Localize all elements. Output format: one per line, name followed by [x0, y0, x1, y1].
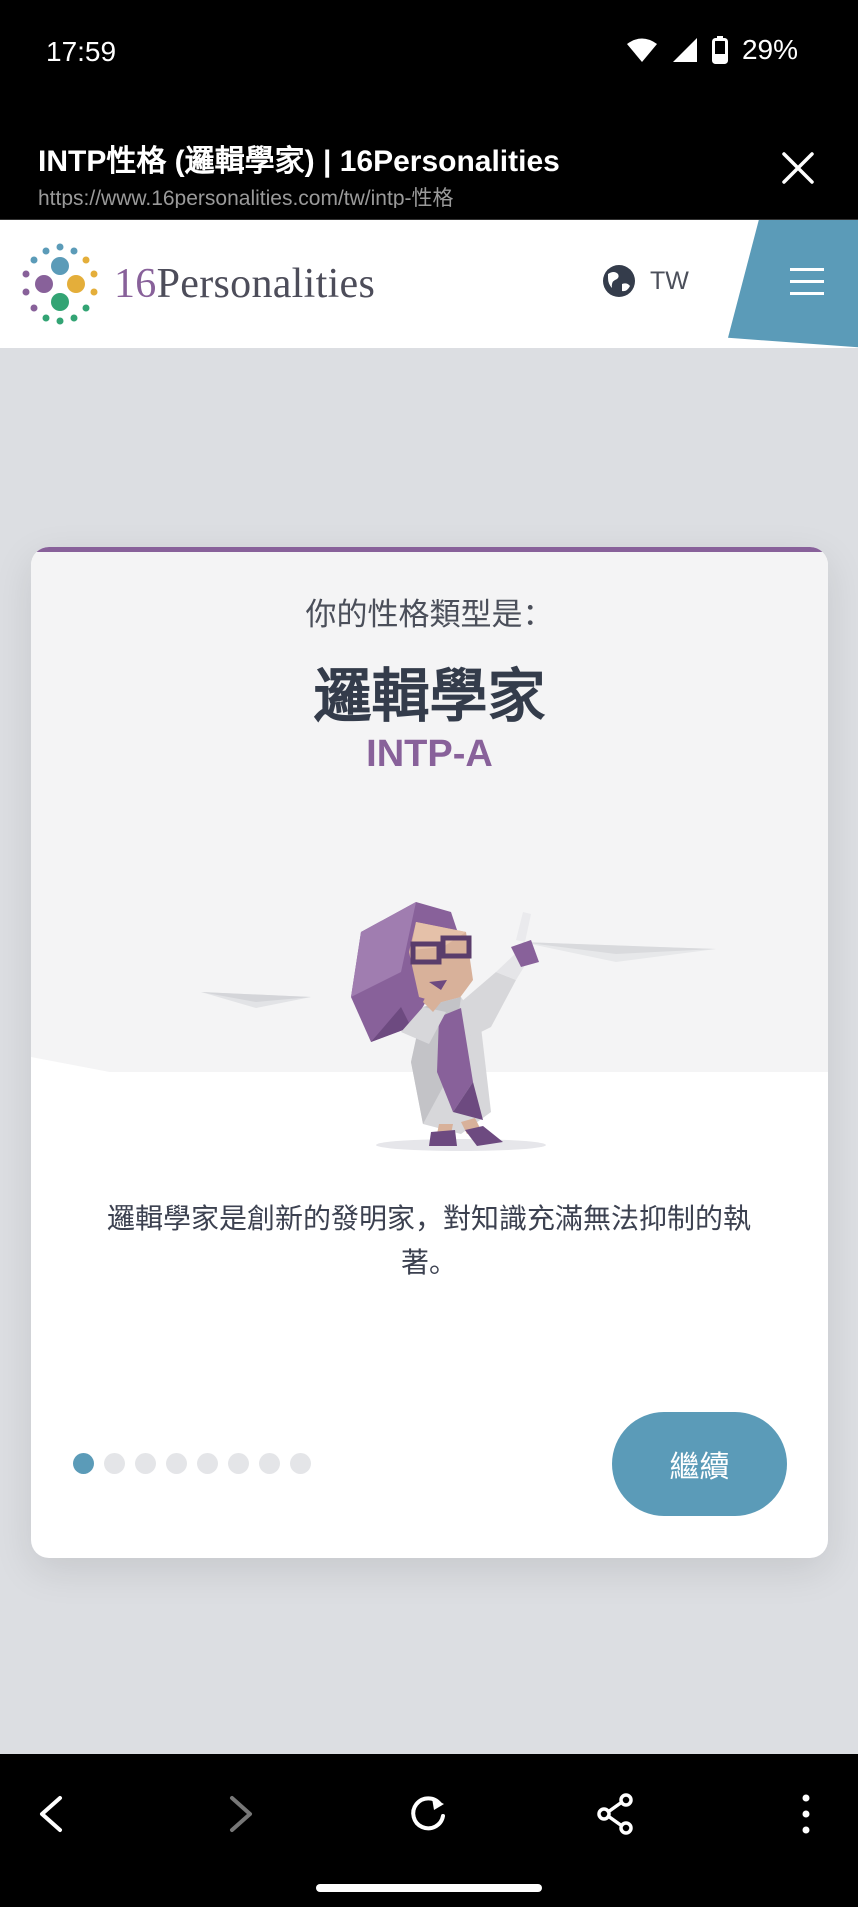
site-header: 16Personalities TW: [0, 220, 858, 348]
personality-type-name: 邏輯學家: [313, 664, 546, 729]
personality-type-code: INTP-A: [366, 733, 493, 775]
back-icon[interactable]: [22, 1784, 82, 1844]
card-subtitle: 你的性格類型是：: [305, 597, 554, 632]
reload-icon[interactable]: [398, 1784, 458, 1844]
logo-dots-icon: [22, 243, 98, 325]
page-url[interactable]: https://www.16personalities.com/tw/intp-…: [38, 182, 454, 208]
system-nav-bar: [0, 1754, 858, 1907]
signal-icon: [672, 38, 697, 62]
globe-icon: [603, 265, 635, 297]
logo-text: 16Personalities: [114, 260, 375, 308]
progress-dot[interactable]: [73, 1453, 94, 1474]
page-title: INTP性格 (邏輯學家) | 16Personalities: [38, 145, 560, 178]
hamburger-menu-icon[interactable]: [790, 268, 824, 296]
status-icons: 29%: [626, 34, 798, 66]
progress-dots: [73, 1453, 311, 1474]
result-card: 你的性格類型是： 邏輯學家 INTP-A 邏輯學家是創新的發明家，對知識充滿無法…: [31, 547, 828, 1558]
continue-button[interactable]: 繼續: [612, 1412, 787, 1516]
logo-word: Personalities: [156, 261, 376, 307]
language-selector[interactable]: TW: [602, 264, 689, 298]
progress-dot[interactable]: [166, 1453, 187, 1474]
forward-icon[interactable]: [210, 1784, 270, 1844]
personality-description: 邏輯學家是創新的發明家，對知識充滿無法抑制的執著。: [106, 1203, 751, 1278]
language-label: TW: [650, 266, 689, 295]
progress-dot[interactable]: [228, 1453, 249, 1474]
progress-dot[interactable]: [104, 1453, 125, 1474]
battery-icon: [711, 36, 728, 64]
more-icon[interactable]: [776, 1784, 836, 1844]
logician-illustration: [201, 902, 716, 1151]
status-time: 17:59: [46, 36, 117, 67]
share-icon[interactable]: [586, 1784, 646, 1844]
battery-percent: 29%: [741, 34, 798, 65]
status-bar: 17:59 29%: [0, 0, 858, 106]
home-indicator[interactable]: [316, 1884, 542, 1892]
logo-number: 16: [114, 261, 157, 307]
progress-dot[interactable]: [290, 1453, 311, 1474]
progress-dot[interactable]: [197, 1453, 218, 1474]
progress-dot[interactable]: [135, 1453, 156, 1474]
close-icon[interactable]: [776, 146, 820, 190]
wifi-icon: [626, 38, 657, 62]
browser-toolbar: INTP性格 (邏輯學家) | 16Personalities https://…: [0, 106, 858, 220]
progress-dot[interactable]: [259, 1453, 280, 1474]
site-logo[interactable]: 16Personalities: [18, 242, 375, 326]
